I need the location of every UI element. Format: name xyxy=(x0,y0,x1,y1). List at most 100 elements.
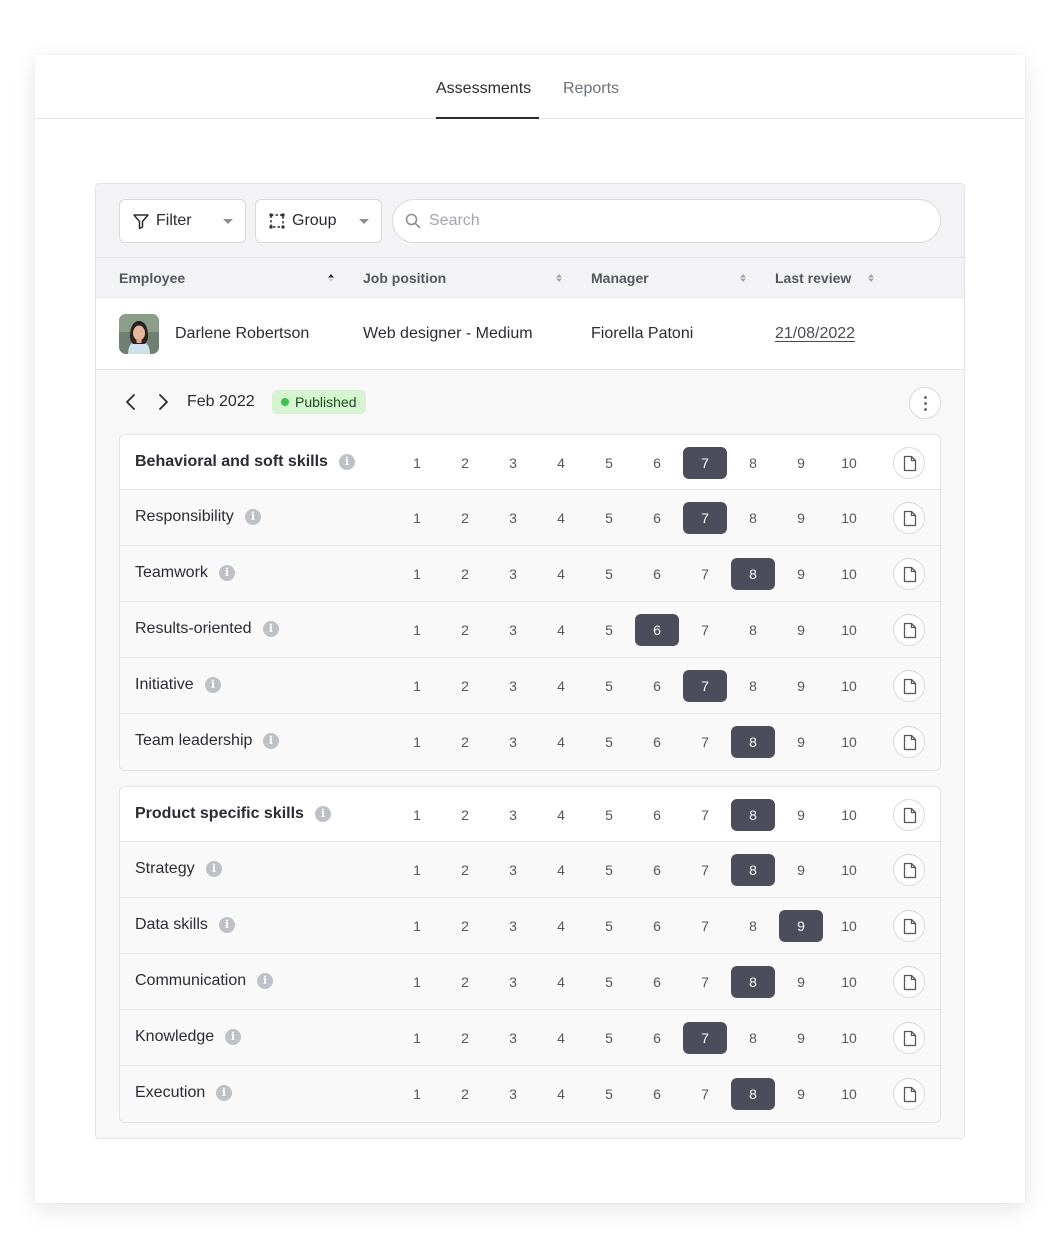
sort-icon[interactable] xyxy=(739,272,747,284)
score-option[interactable]: 10 xyxy=(827,1078,871,1110)
score-option[interactable]: 2 xyxy=(443,447,487,479)
score-option[interactable]: 2 xyxy=(443,670,487,702)
score-option[interactable]: 8 xyxy=(731,447,775,479)
notes-button[interactable] xyxy=(893,614,925,646)
score-option[interactable]: 1 xyxy=(395,558,439,590)
info-icon[interactable]: i xyxy=(225,1029,241,1045)
score-option[interactable]: 7 xyxy=(683,447,727,479)
score-option[interactable]: 10 xyxy=(827,502,871,534)
score-option[interactable]: 7 xyxy=(683,799,727,831)
score-option[interactable]: 8 xyxy=(731,502,775,534)
score-option[interactable]: 7 xyxy=(683,854,727,886)
score-option[interactable]: 10 xyxy=(827,614,871,646)
info-icon[interactable]: i xyxy=(206,861,222,877)
score-option[interactable]: 1 xyxy=(395,1078,439,1110)
score-option[interactable]: 3 xyxy=(491,854,535,886)
score-option[interactable]: 10 xyxy=(827,799,871,831)
score-option[interactable]: 7 xyxy=(683,670,727,702)
score-option[interactable]: 7 xyxy=(683,1022,727,1054)
score-option[interactable]: 5 xyxy=(587,502,631,534)
score-option[interactable]: 10 xyxy=(827,558,871,590)
score-option[interactable]: 4 xyxy=(539,670,583,702)
score-option[interactable]: 7 xyxy=(683,502,727,534)
score-option[interactable]: 4 xyxy=(539,799,583,831)
info-icon[interactable]: i xyxy=(205,677,221,693)
score-option[interactable]: 2 xyxy=(443,558,487,590)
score-option[interactable]: 6 xyxy=(635,910,679,942)
score-option[interactable]: 3 xyxy=(491,910,535,942)
score-option[interactable]: 8 xyxy=(731,558,775,590)
score-option[interactable]: 4 xyxy=(539,726,583,758)
score-option[interactable]: 8 xyxy=(731,966,775,998)
score-option[interactable]: 10 xyxy=(827,910,871,942)
score-option[interactable]: 9 xyxy=(779,966,823,998)
filter-button[interactable]: Filter xyxy=(119,199,246,243)
notes-button[interactable] xyxy=(893,910,925,942)
score-option[interactable]: 1 xyxy=(395,854,439,886)
column-header-job-position[interactable]: Job position xyxy=(363,270,446,286)
score-option[interactable]: 6 xyxy=(635,502,679,534)
notes-button[interactable] xyxy=(893,558,925,590)
info-icon[interactable]: i xyxy=(315,806,331,822)
score-option[interactable]: 6 xyxy=(635,614,679,646)
score-option[interactable]: 2 xyxy=(443,854,487,886)
info-icon[interactable]: i xyxy=(257,973,273,989)
score-option[interactable]: 8 xyxy=(731,614,775,646)
score-option[interactable]: 10 xyxy=(827,670,871,702)
score-option[interactable]: 5 xyxy=(587,614,631,646)
score-option[interactable]: 2 xyxy=(443,726,487,758)
sort-icon[interactable] xyxy=(867,272,875,284)
score-option[interactable]: 5 xyxy=(587,910,631,942)
score-option[interactable]: 5 xyxy=(587,1078,631,1110)
group-button[interactable]: Group xyxy=(255,199,382,243)
score-option[interactable]: 3 xyxy=(491,670,535,702)
score-option[interactable]: 7 xyxy=(683,910,727,942)
score-option[interactable]: 9 xyxy=(779,1022,823,1054)
notes-button[interactable] xyxy=(893,1022,925,1054)
score-option[interactable]: 1 xyxy=(395,502,439,534)
score-option[interactable]: 3 xyxy=(491,799,535,831)
last-review-link[interactable]: 21/08/2022 xyxy=(775,325,855,343)
score-option[interactable]: 1 xyxy=(395,670,439,702)
score-option[interactable]: 5 xyxy=(587,726,631,758)
notes-button[interactable] xyxy=(893,670,925,702)
score-option[interactable]: 7 xyxy=(683,966,727,998)
score-option[interactable]: 2 xyxy=(443,799,487,831)
info-icon[interactable]: i xyxy=(339,454,355,470)
score-option[interactable]: 6 xyxy=(635,726,679,758)
score-option[interactable]: 1 xyxy=(395,726,439,758)
score-option[interactable]: 9 xyxy=(779,1078,823,1110)
notes-button[interactable] xyxy=(893,799,925,831)
tab-assessments[interactable]: Assessments xyxy=(436,79,531,99)
score-option[interactable]: 7 xyxy=(683,614,727,646)
score-option[interactable]: 6 xyxy=(635,966,679,998)
score-option[interactable]: 9 xyxy=(779,614,823,646)
score-option[interactable]: 4 xyxy=(539,1078,583,1110)
score-option[interactable]: 10 xyxy=(827,854,871,886)
score-option[interactable]: 9 xyxy=(779,799,823,831)
column-header-manager[interactable]: Manager xyxy=(591,270,649,286)
info-icon[interactable]: i xyxy=(245,509,261,525)
score-option[interactable]: 2 xyxy=(443,1022,487,1054)
chevron-left-icon[interactable] xyxy=(121,392,141,412)
score-option[interactable]: 4 xyxy=(539,614,583,646)
score-option[interactable]: 7 xyxy=(683,726,727,758)
score-option[interactable]: 10 xyxy=(827,447,871,479)
notes-button[interactable] xyxy=(893,726,925,758)
score-option[interactable]: 6 xyxy=(635,1078,679,1110)
sort-icon[interactable] xyxy=(327,272,335,284)
score-option[interactable]: 4 xyxy=(539,854,583,886)
notes-button[interactable] xyxy=(893,854,925,886)
more-options-button[interactable] xyxy=(909,387,941,419)
score-option[interactable]: 6 xyxy=(635,670,679,702)
info-icon[interactable]: i xyxy=(219,917,235,933)
score-option[interactable]: 8 xyxy=(731,726,775,758)
score-option[interactable]: 2 xyxy=(443,1078,487,1110)
score-option[interactable]: 8 xyxy=(731,799,775,831)
score-option[interactable]: 10 xyxy=(827,1022,871,1054)
score-option[interactable]: 3 xyxy=(491,1022,535,1054)
score-option[interactable]: 6 xyxy=(635,799,679,831)
score-option[interactable]: 1 xyxy=(395,966,439,998)
score-option[interactable]: 4 xyxy=(539,966,583,998)
score-option[interactable]: 2 xyxy=(443,910,487,942)
